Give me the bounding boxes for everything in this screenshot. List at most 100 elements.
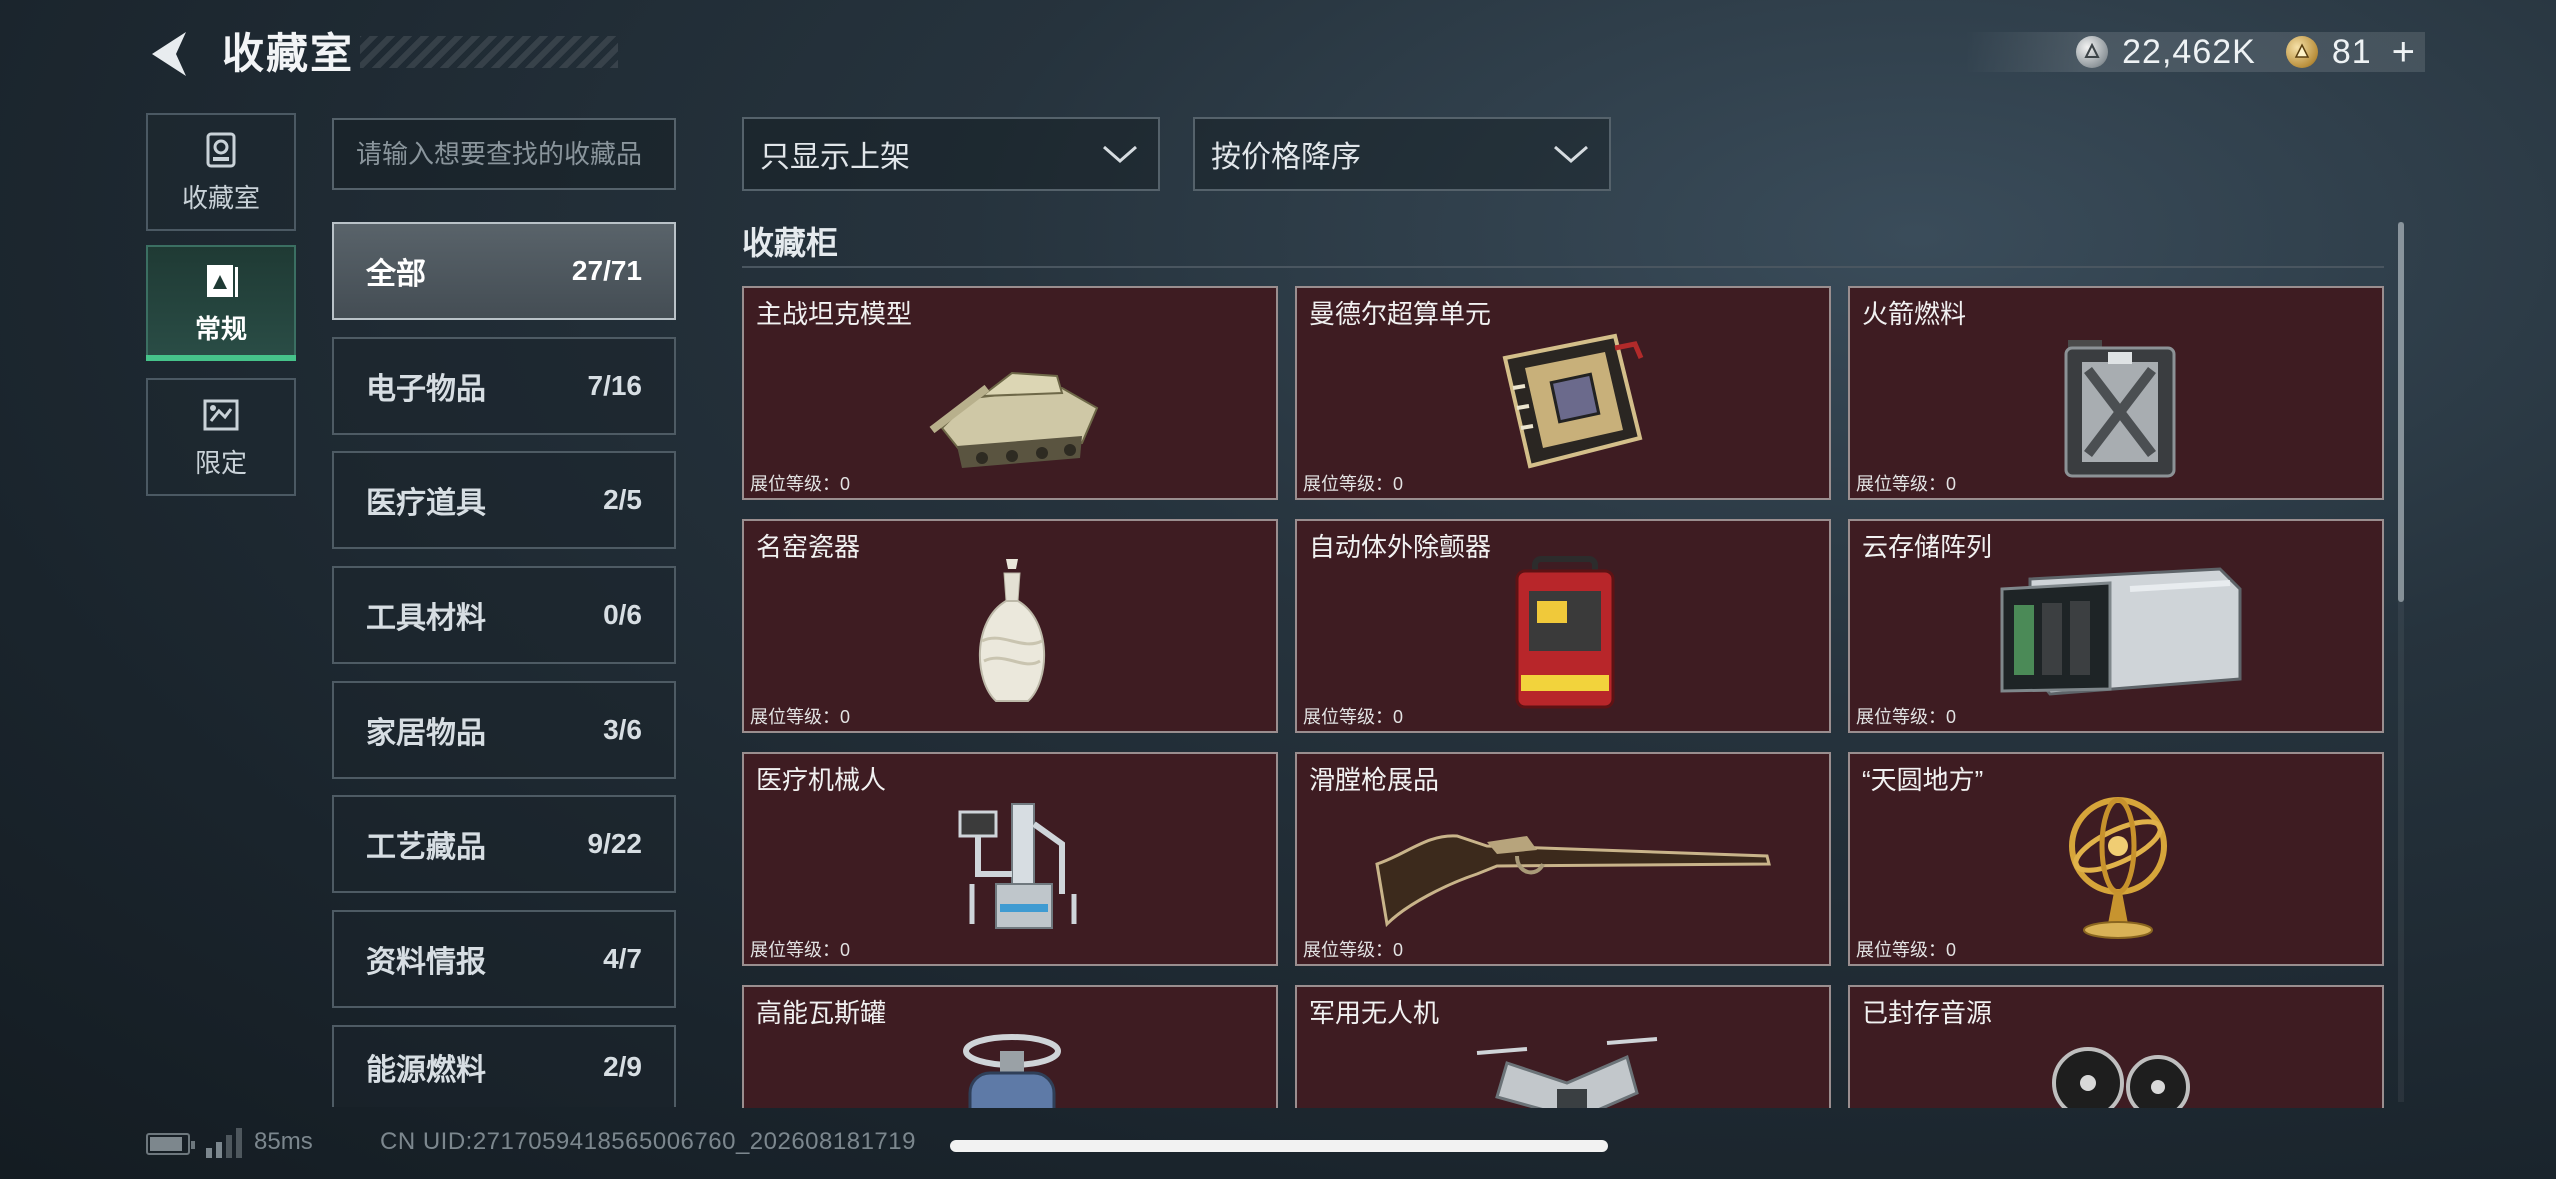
regular-collection-icon <box>207 264 238 297</box>
display-level: 展位等级：0 <box>1303 707 1404 727</box>
rail-label: 常规 <box>194 313 247 344</box>
category-name: 能源燃料 <box>366 1054 486 1087</box>
item-name: 主战坦克模型 <box>756 299 913 329</box>
collection-card[interactable]: 云存储阵列 展位等级：0 <box>1848 519 2384 733</box>
category-crafts[interactable]: 工艺藏品 9/22 <box>332 795 676 893</box>
user-uid: CN UID:27170594185650067​60_202608181719 <box>380 1128 916 1155</box>
display-level: 展位等级：0 <box>750 940 851 960</box>
collection-card[interactable]: 医疗机械人 展位等级：0 <box>742 752 1278 966</box>
category-household[interactable]: 家居物品 3/6 <box>332 681 676 779</box>
collection-card[interactable]: 滑膛枪展品 展位等级：0 <box>1295 752 1831 966</box>
item-name: 军用无人机 <box>1309 998 1440 1028</box>
reel-recorder-icon <box>2052 1047 2190 1108</box>
item-name: 云存储阵列 <box>1862 532 1993 562</box>
armillary-sphere-icon <box>2069 797 2167 939</box>
display-level: 展位等级：0 <box>1856 474 1957 494</box>
category-count: 27/71 <box>571 255 642 286</box>
category-count: 2/5 <box>603 484 642 515</box>
scrollbar-thumb[interactable] <box>2398 222 2404 602</box>
category-name: 工艺藏品 <box>366 831 486 864</box>
military-drone-icon <box>1476 1037 1658 1108</box>
back-button[interactable] <box>146 28 194 80</box>
silver-coin-icon <box>2076 36 2109 68</box>
gold-currency-value: 81 <box>2331 32 2372 71</box>
currency-bar: 22,462K 81 + <box>1965 32 2425 72</box>
display-level: 展位等级：0 <box>1303 940 1404 960</box>
display-level: 展位等级：0 <box>750 474 851 494</box>
category-energy[interactable]: 能源燃料 2/9 <box>332 1025 676 1107</box>
collection-card[interactable]: 名窑瓷器 展位等级：0 <box>742 519 1278 733</box>
title-decoration <box>360 36 618 68</box>
category-count: 0/6 <box>603 599 642 630</box>
add-currency-button[interactable]: + <box>2392 32 2415 72</box>
item-name: 曼德尔超算单元 <box>1309 299 1492 329</box>
collection-card[interactable]: 火箭燃料 展位等级：0 <box>1848 286 2384 500</box>
sort-dropdown[interactable]: 按价格降序 <box>1193 117 1611 191</box>
category-name: 全部 <box>366 258 426 291</box>
category-count: 3/6 <box>603 714 642 745</box>
collection-card[interactable]: 已封存音源 <box>1848 985 2384 1108</box>
item-name: 高能瓦斯罐 <box>756 998 887 1028</box>
category-name: 资料情报 <box>366 946 486 979</box>
item-name: 滑膛枪展品 <box>1309 765 1440 795</box>
section-title: 收藏柜 <box>742 225 839 261</box>
collection-card[interactable]: “天圆地方” 展位等级：0 <box>1848 752 2384 966</box>
category-name: 医疗道具 <box>366 487 486 520</box>
ping-value: 85ms <box>254 1128 313 1155</box>
display-level: 展位等级：0 <box>1303 474 1404 494</box>
vault-icon <box>206 132 236 167</box>
collection-card[interactable]: 军用无人机 <box>1295 985 1831 1108</box>
item-name: 已封存音源 <box>1862 998 1993 1028</box>
home-indicator[interactable] <box>950 1140 1608 1152</box>
category-name: 家居物品 <box>366 717 486 750</box>
limited-collection-icon <box>203 399 239 430</box>
item-name: “天圆地方” <box>1862 765 1984 795</box>
section-divider <box>742 266 2384 268</box>
supercomputer-unit-icon <box>1502 333 1644 469</box>
category-name: 电子物品 <box>366 373 486 406</box>
category-medical[interactable]: 医疗道具 2/5 <box>332 451 676 549</box>
medical-robot-icon <box>958 803 1077 929</box>
signal-icon <box>206 1128 242 1158</box>
collection-card[interactable]: 自动体外除颤器 展位等级：0 <box>1295 519 1831 733</box>
category-tools[interactable]: 工具材料 0/6 <box>332 566 676 664</box>
page-title: 收藏室 <box>222 30 355 77</box>
rail-label: 收藏室 <box>181 182 260 213</box>
sort-value: 按价格降序 <box>1211 141 1361 174</box>
defibrillator-icon <box>1515 556 1615 709</box>
collection-card[interactable]: 高能瓦斯罐 <box>742 985 1278 1108</box>
search-input[interactable] <box>332 118 676 190</box>
category-count: 4/7 <box>603 943 642 974</box>
chevron-down-icon <box>1103 145 1137 163</box>
display-level: 展位等级：0 <box>1856 707 1957 727</box>
silver-currency-value: 22,462K <box>2122 32 2256 71</box>
item-name: 火箭燃料 <box>1862 299 1967 329</box>
rail-item-vault[interactable]: 收藏室 <box>146 113 296 231</box>
cloud-storage-array-icon <box>2000 567 2242 696</box>
category-intel[interactable]: 资料情报 4/7 <box>332 910 676 1008</box>
rail-label: 限定 <box>194 447 247 478</box>
display-level: 展位等级：0 <box>750 707 851 727</box>
collection-card[interactable]: 曼德尔超算单元 展位等级：0 <box>1295 286 1831 500</box>
category-count: 9/22 <box>587 828 643 859</box>
category-count: 7/16 <box>587 370 643 401</box>
category-all[interactable]: 全部 27/71 <box>332 222 676 320</box>
battery-fill <box>150 1137 182 1151</box>
back-arrow-icon <box>152 32 186 76</box>
collection-grid: 主战坦克模型 展位等级：0 曼德尔超算单元 展位等级：0 火箭燃料 展位等级：0… <box>740 284 2390 1108</box>
display-filter-dropdown[interactable]: 只显示上架 <box>742 117 1160 191</box>
tank-model-icon <box>929 371 1099 468</box>
porcelain-vase-icon <box>979 559 1045 702</box>
item-name: 自动体外除颤器 <box>1309 532 1492 562</box>
rail-item-limited[interactable]: 限定 <box>146 378 296 496</box>
collection-card[interactable]: 主战坦克模型 展位等级：0 <box>742 286 1278 500</box>
gold-coin-icon <box>2285 36 2318 68</box>
category-name: 工具材料 <box>366 602 486 635</box>
chevron-down-icon <box>1554 145 1588 163</box>
item-name: 医疗机械人 <box>756 765 887 795</box>
category-electronics[interactable]: 电子物品 7/16 <box>332 337 676 435</box>
musket-icon <box>1375 834 1771 928</box>
item-name: 名窑瓷器 <box>756 532 861 562</box>
category-count: 2/9 <box>603 1051 642 1082</box>
rail-item-regular[interactable]: 常规 <box>146 245 296 361</box>
